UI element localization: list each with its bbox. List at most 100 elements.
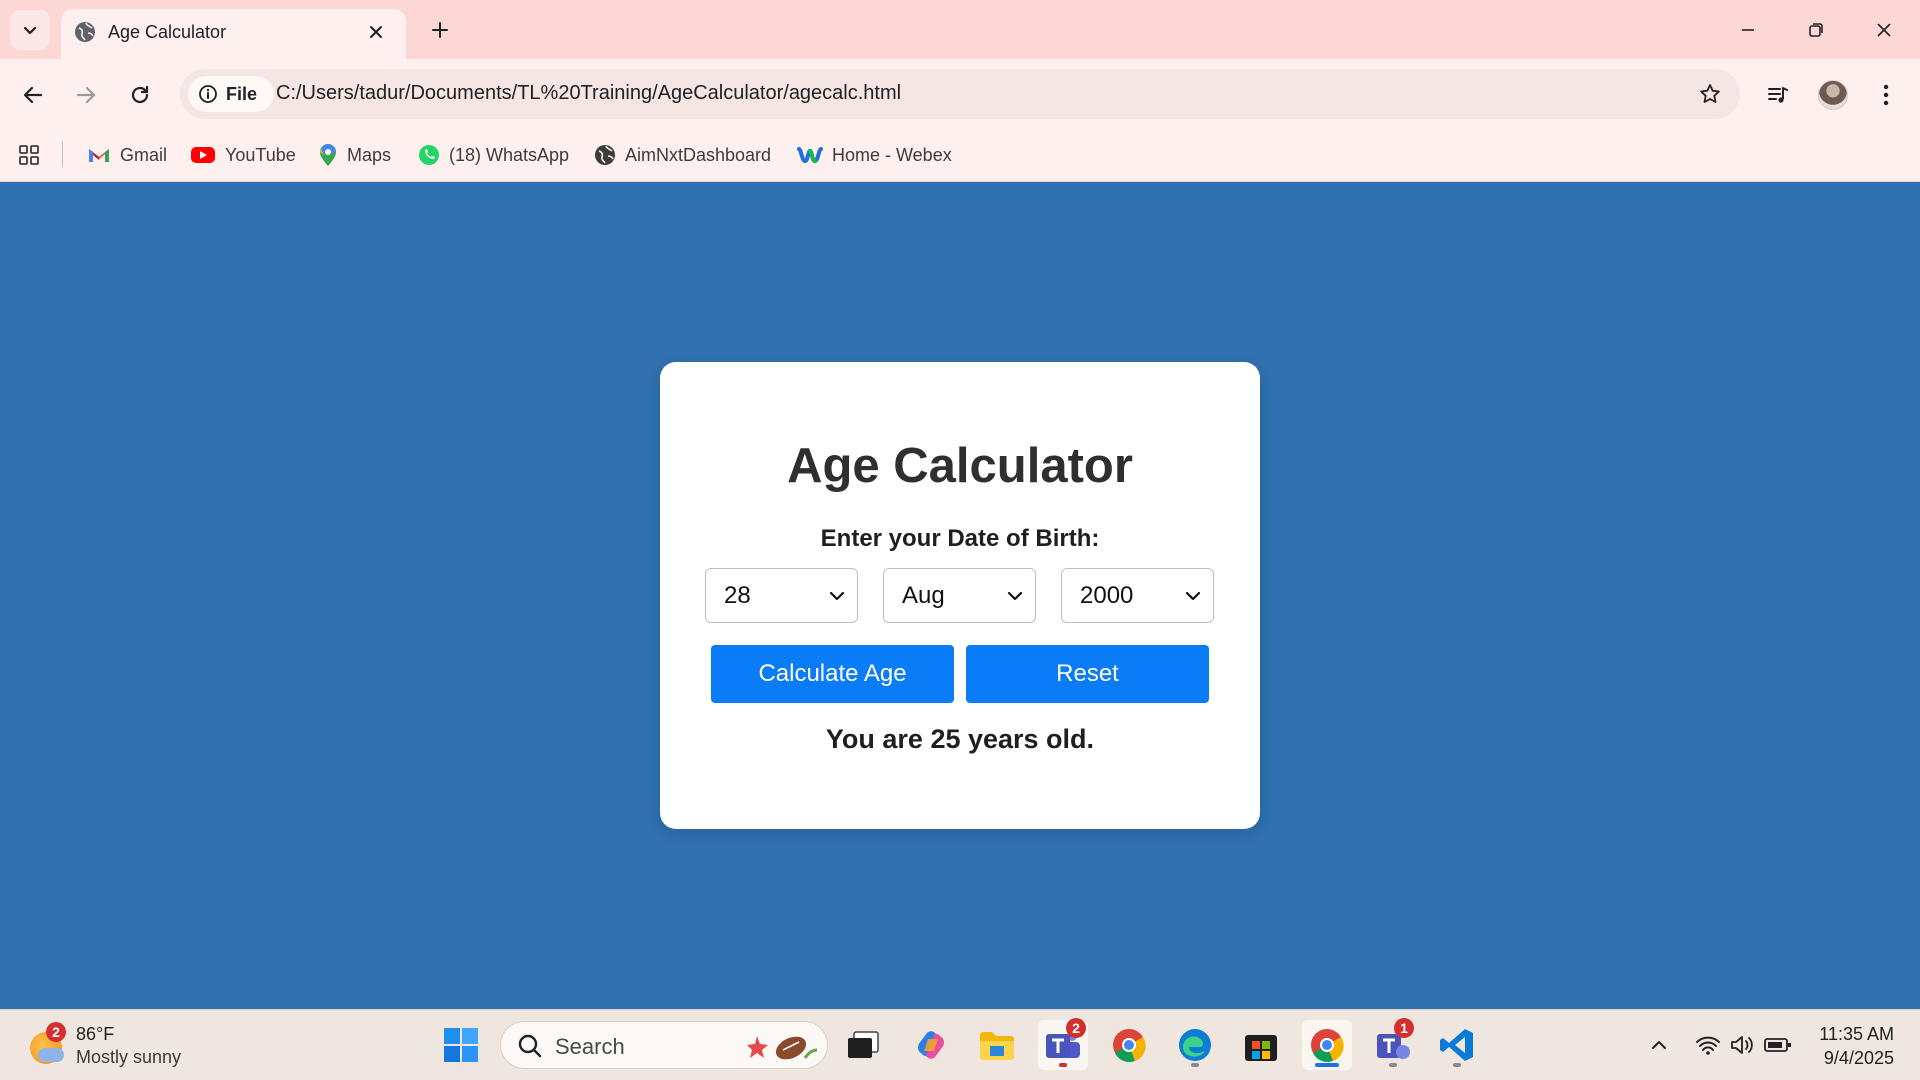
bookmark-youtube[interactable]: YouTube — [190, 141, 296, 169]
bookmarks-divider — [62, 141, 63, 167]
bookmark-aimnxt[interactable]: AimNxtDashboard — [594, 141, 771, 169]
chevron-down-icon — [23, 26, 37, 35]
file-explorer-button[interactable] — [972, 1020, 1022, 1070]
running-indicator — [1389, 1063, 1397, 1067]
url-text: C:/Users/tadur/Documents/TL%20Training/A… — [276, 82, 902, 104]
clock-date: 9/4/2025 — [1823, 1048, 1894, 1068]
show-hidden-icons-button[interactable] — [1644, 1028, 1674, 1062]
volume-button[interactable] — [1726, 1028, 1758, 1062]
new-tab-button[interactable] — [422, 12, 458, 48]
volume-icon — [1731, 1036, 1753, 1054]
chevron-down-icon — [1007, 591, 1023, 601]
bookmark-label: Home - Webex — [832, 144, 952, 165]
page-title: Age Calculator — [787, 439, 1133, 493]
edge-icon — [1179, 1029, 1211, 1061]
day-value: 28 — [724, 582, 751, 609]
tab-title: Age Calculator — [108, 22, 227, 42]
chrome-icon — [1311, 1029, 1344, 1063]
search-placeholder: Search — [555, 1034, 625, 1059]
teams-work-badge: 1 — [1394, 1018, 1414, 1038]
teams-badge: 2 — [1066, 1018, 1086, 1038]
store-button[interactable] — [1236, 1020, 1286, 1070]
webex-icon — [797, 147, 823, 164]
running-indicator — [1453, 1063, 1461, 1067]
apps-grid-icon — [19, 145, 39, 165]
bookmark-label: AimNxtDashboard — [625, 144, 772, 165]
site-info-chip[interactable]: File — [188, 76, 274, 112]
minimize-button[interactable] — [1726, 10, 1770, 50]
close-icon — [370, 26, 382, 38]
teams-work-button[interactable]: 1 — [1368, 1018, 1418, 1070]
weather-widget[interactable]: 2 86°F Mostly sunny — [28, 1022, 208, 1070]
copilot-icon — [918, 1031, 944, 1059]
reload-button[interactable] — [120, 75, 160, 115]
edge-button[interactable] — [1170, 1020, 1220, 1070]
weather-badge: 2 — [46, 1022, 66, 1042]
day-select[interactable]: 28 — [705, 568, 858, 623]
wifi-button[interactable] — [1690, 1028, 1726, 1062]
reload-icon — [131, 85, 149, 104]
bookmark-webex[interactable]: Home - Webex — [797, 141, 952, 169]
task-view-button[interactable] — [838, 1020, 888, 1070]
weather-description: Mostly sunny — [76, 1047, 182, 1067]
globe-icon — [75, 22, 95, 42]
year-select[interactable]: 2000 — [1061, 568, 1214, 623]
teams-button[interactable]: 2 — [1038, 1018, 1088, 1070]
month-value: Aug — [902, 582, 945, 609]
age-result-text: You are 25 years old. — [825, 724, 1095, 754]
bookmark-label: Gmail — [120, 144, 168, 165]
info-icon — [199, 85, 217, 103]
tab-strip: Age Calculator — [0, 0, 1920, 59]
running-indicator — [1191, 1063, 1199, 1067]
vscode-icon — [1440, 1029, 1473, 1061]
active-indicator — [1315, 1063, 1339, 1067]
close-icon — [1877, 23, 1891, 37]
avatar — [1818, 80, 1848, 110]
address-bar[interactable]: File C:/Users/tadur/Documents/TL%20Train… — [180, 69, 1740, 119]
close-tab-button[interactable] — [362, 18, 390, 46]
chrome-profile-button[interactable] — [1104, 1020, 1154, 1070]
profile-button[interactable] — [1813, 75, 1853, 115]
taskbar-search[interactable]: Search — [500, 1021, 828, 1069]
browser-toolbar: File C:/Users/tadur/Documents/TL%20Train… — [0, 59, 1920, 129]
bookmark-maps[interactable]: Maps — [318, 141, 391, 169]
bookmark-star-button[interactable] — [1696, 80, 1724, 108]
bookmarks-bar: Gmail YouTube Maps (18) WhatsApp AimNxtD… — [0, 129, 1920, 182]
battery-button[interactable] — [1760, 1028, 1796, 1062]
restore-button[interactable] — [1794, 10, 1838, 50]
maps-pin-icon — [320, 144, 336, 166]
arrow-right-icon — [76, 86, 96, 104]
apps-button[interactable] — [18, 141, 40, 169]
minimize-icon — [1742, 29, 1754, 31]
clock[interactable]: 11:35 AM 9/4/2025 — [1819, 1022, 1894, 1070]
more-vertical-icon — [1883, 84, 1889, 106]
search-icon — [518, 1034, 542, 1058]
clock-time: 11:35 AM — [1819, 1024, 1894, 1044]
start-button[interactable] — [436, 1020, 486, 1070]
whatsapp-icon — [419, 145, 439, 165]
arrow-left-icon — [23, 86, 43, 104]
chevron-down-icon — [1185, 591, 1201, 601]
chrome-icon — [1113, 1029, 1146, 1063]
close-window-button[interactable] — [1862, 10, 1906, 50]
plus-icon — [432, 22, 448, 38]
chrome-button[interactable] — [1302, 1020, 1352, 1070]
tab-search-button[interactable] — [10, 10, 50, 50]
reset-button[interactable]: Reset — [966, 645, 1209, 703]
calculate-age-button[interactable]: Calculate Age — [711, 645, 954, 703]
forward-button[interactable] — [66, 75, 106, 115]
youtube-icon — [191, 147, 215, 163]
star-icon — [1700, 84, 1720, 103]
menu-button[interactable] — [1866, 75, 1906, 115]
site-info-label: File — [226, 83, 258, 104]
bookmark-whatsapp[interactable]: (18) WhatsApp — [418, 141, 569, 169]
bookmark-gmail[interactable]: Gmail — [87, 141, 167, 169]
media-control-button[interactable] — [1758, 75, 1798, 115]
gmail-icon — [89, 149, 109, 162]
month-select[interactable]: Aug — [883, 568, 1036, 623]
wifi-icon — [1696, 1036, 1720, 1055]
tab-age-calculator[interactable]: Age Calculator — [61, 9, 406, 59]
copilot-button[interactable] — [906, 1020, 956, 1070]
vscode-button[interactable] — [1432, 1020, 1482, 1070]
back-button[interactable] — [13, 75, 53, 115]
